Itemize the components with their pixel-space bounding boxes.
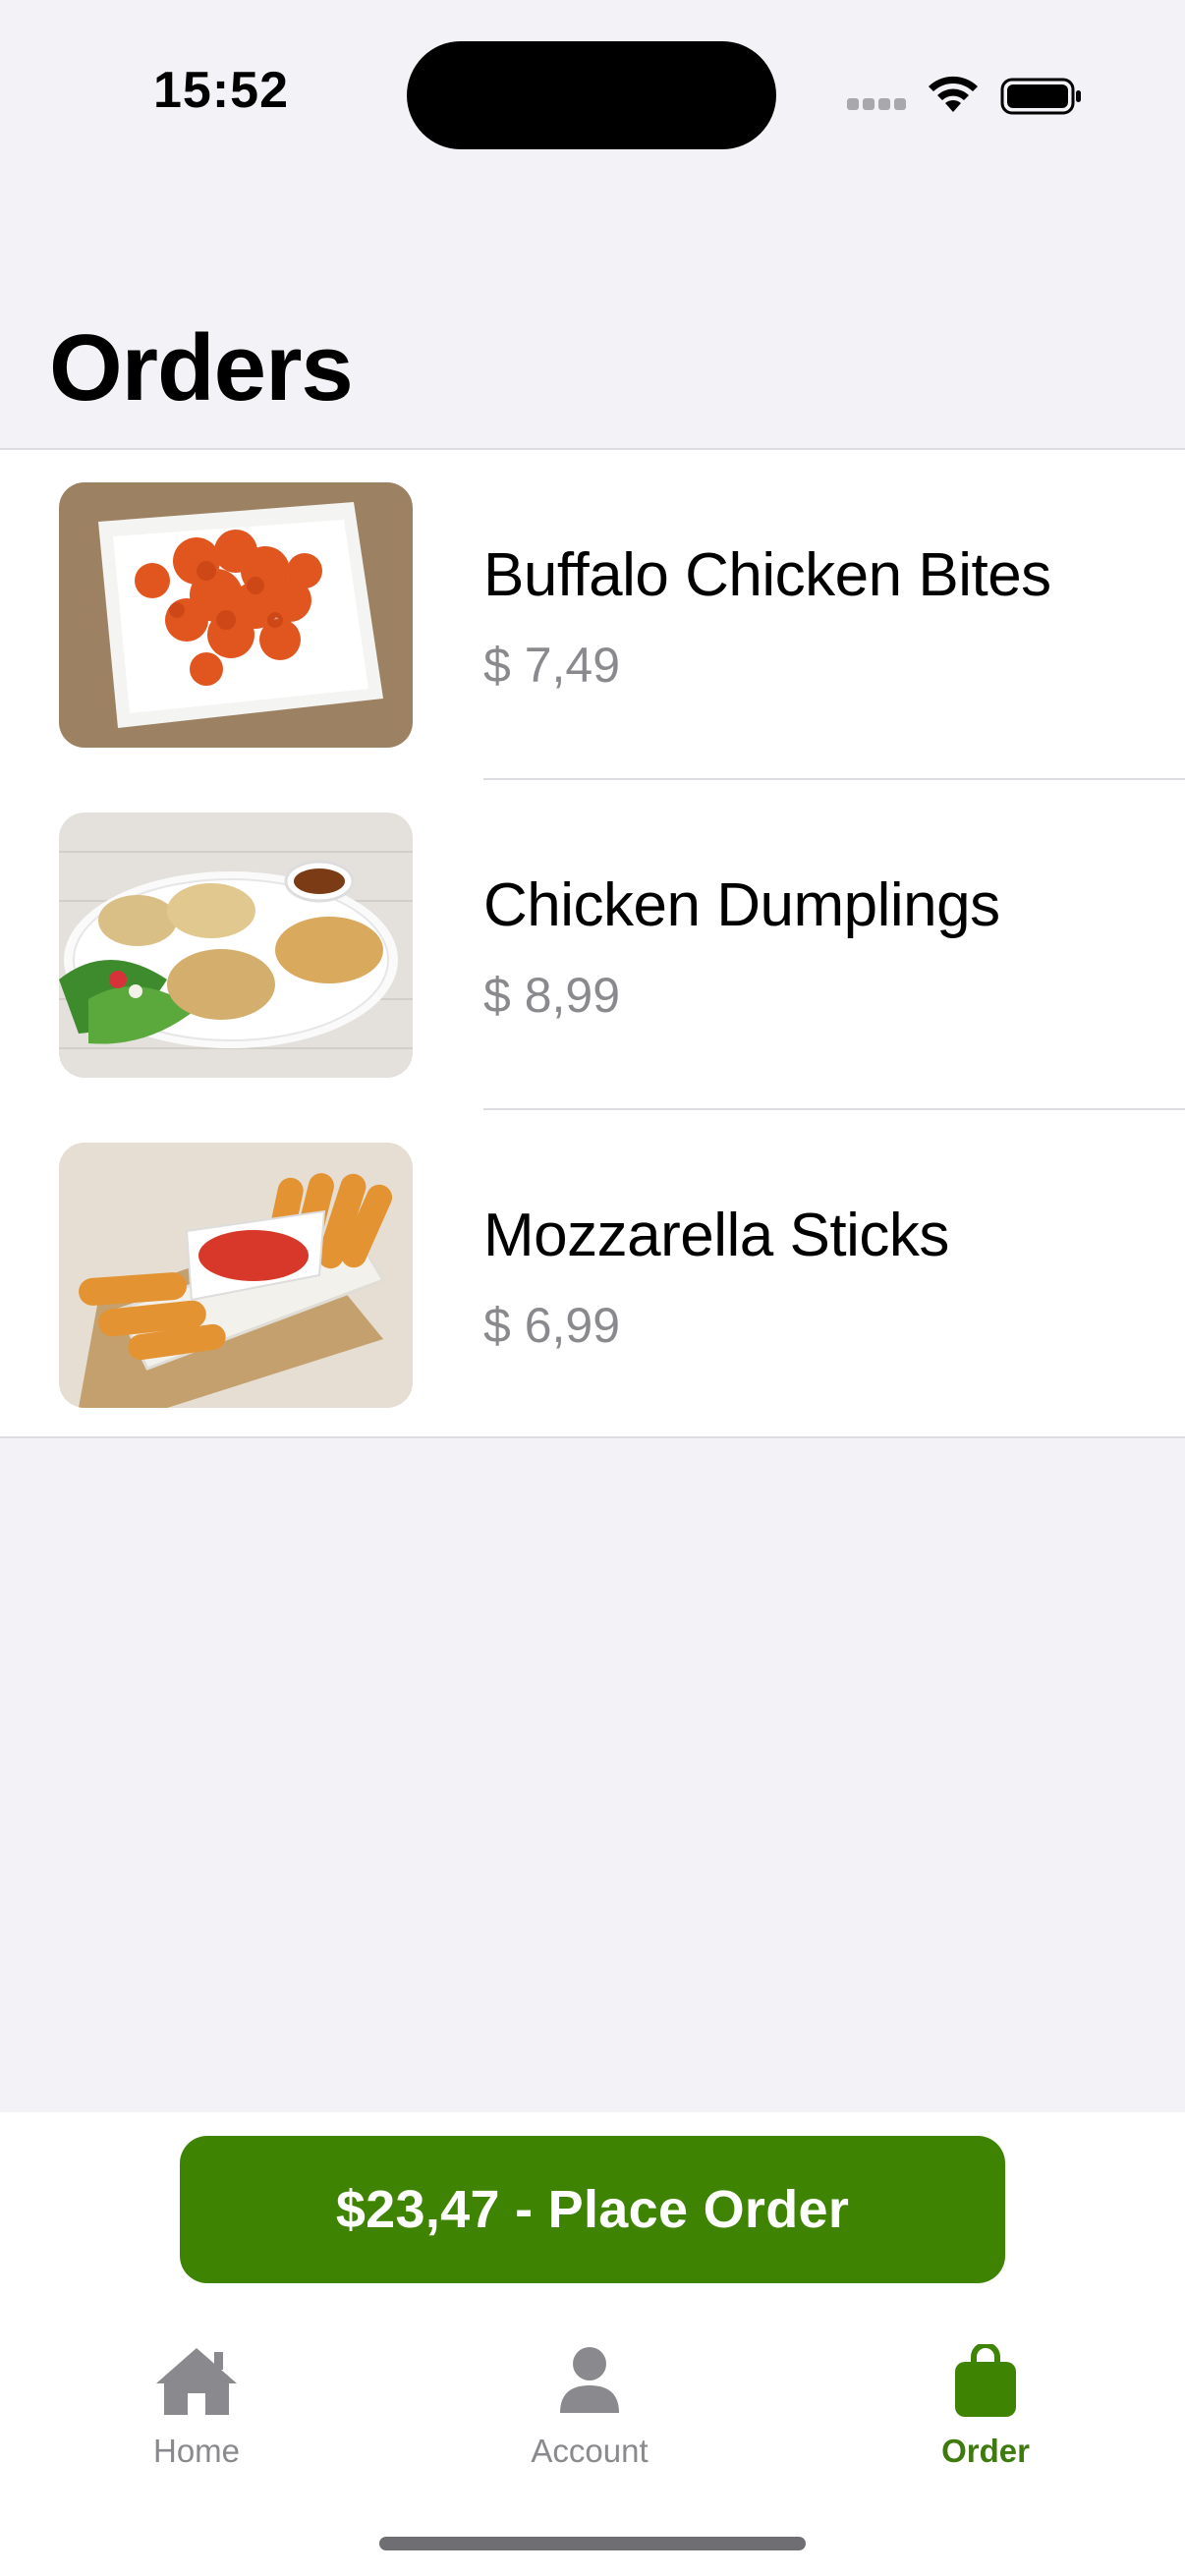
orders-screen: 15:52 Orders Buffalo Chicken Bites $ 7,4… [0,0,1185,2576]
chicken-dumplings-image [59,812,413,1078]
place-order-button[interactable]: $23,47 - Place Order [180,2136,1005,2283]
order-row-buffalo-chicken-bites[interactable]: Buffalo Chicken Bites $ 7,49 [0,450,1185,780]
buffalo-chicken-bites-image [59,482,413,748]
status-time: 15:52 [153,62,289,119]
order-item-price: $ 7,49 [483,638,621,693]
bottom-area: $23,47 - Place Order Home Account Order [0,2112,1185,2576]
wifi-icon [929,76,978,112]
tab-label: Home [152,2433,241,2469]
order-item-name: Buffalo Chicken Bites [483,541,1051,609]
order-item-name: Mozzarella Sticks [483,1202,949,1269]
status-indicators [847,73,1083,116]
mozzarella-sticks-image [59,1143,413,1408]
tab-label: Account [531,2433,649,2469]
orders-list: Buffalo Chicken Bites $ 7,49 Chicken Dum… [0,448,1185,1438]
battery-icon [1000,78,1081,115]
tab-account[interactable]: Account [462,2344,717,2482]
order-row-mozzarella-sticks[interactable]: Mozzarella Sticks $ 6,99 [0,1110,1185,1440]
order-item-price: $ 6,99 [483,1298,621,1353]
tab-home[interactable]: Home [69,2344,324,2482]
order-row-chicken-dumplings[interactable]: Chicken Dumplings $ 8,99 [0,780,1185,1110]
home-indicator[interactable] [379,2537,806,2550]
person-icon [560,2347,619,2413]
dynamic-island [407,41,776,149]
tab-label: Order [941,2433,1030,2469]
order-item-name: Chicken Dumplings [483,871,1000,939]
tab-order[interactable]: Order [858,2344,1113,2482]
page-title: Orders [49,315,354,420]
house-icon [156,2348,237,2415]
order-item-price: $ 8,99 [483,968,621,1023]
bag-icon [955,2344,1016,2417]
cellular-signal-icon [847,98,908,110]
